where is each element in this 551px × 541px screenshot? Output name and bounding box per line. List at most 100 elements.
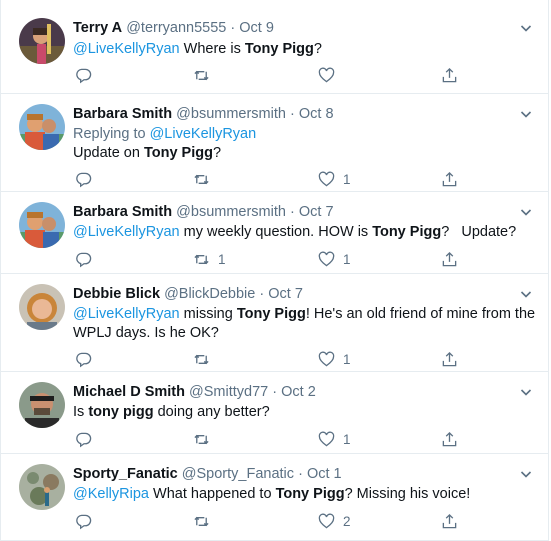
display-name[interactable]: Barbara Smith [73, 204, 172, 220]
separator: · [272, 384, 278, 400]
share-icon [442, 251, 457, 266]
action-bar: 1 [73, 170, 473, 188]
tweet-feed: Terry A @terryann5555 · Oct 9 @LiveKelly… [0, 0, 549, 541]
timestamp[interactable]: Oct 7 [268, 286, 303, 302]
share-icon [442, 171, 457, 186]
display-name[interactable]: Barbara Smith [73, 106, 172, 122]
tweet-header: Michael D Smith @Smittyd77 · Oct 2 [73, 384, 316, 400]
reply-button[interactable] [75, 170, 92, 188]
avatar[interactable] [19, 202, 65, 248]
action-bar: 1 [73, 350, 473, 368]
tweet[interactable]: Terry A @terryann5555 · Oct 9 @LiveKelly… [1, 0, 548, 94]
reply-icon [76, 514, 92, 529]
mention-link[interactable]: @LiveKellyRyan [73, 306, 180, 322]
highlighted-term: Tony Pigg [143, 145, 213, 161]
like-button[interactable]: 1 [318, 170, 351, 188]
avatar[interactable] [19, 18, 65, 64]
chevron-down-icon[interactable] [518, 20, 534, 36]
like-count: 1 [343, 351, 351, 367]
share-button[interactable] [441, 170, 458, 188]
text-segment: my weekly question. HOW is [179, 224, 373, 240]
separator: · [289, 204, 295, 220]
username[interactable]: @terryann5555 [126, 20, 226, 36]
text-segment: ? [313, 41, 322, 57]
username[interactable]: @Smittyd77 [189, 384, 268, 400]
reply-button[interactable] [75, 350, 92, 368]
display-name[interactable]: Sporty_Fanatic [73, 466, 178, 482]
like-count: 2 [343, 513, 351, 529]
highlighted-term: Tony Pigg [236, 306, 306, 322]
chevron-down-icon[interactable] [518, 384, 534, 400]
tweet-text: @LiveKellyRyan my weekly question. HOW i… [73, 223, 536, 242]
timestamp[interactable]: Oct 8 [299, 106, 334, 122]
timestamp[interactable]: Oct 1 [307, 466, 342, 482]
tweet[interactable]: Michael D Smith @Smittyd77 · Oct 2 Is to… [1, 372, 548, 454]
timestamp[interactable]: Oct 9 [239, 20, 274, 36]
share-button[interactable] [441, 250, 458, 268]
avatar[interactable] [19, 464, 65, 510]
tweet[interactable]: Barbara Smith @bsummersmith · Oct 7 @Liv… [1, 192, 548, 274]
like-icon [318, 351, 335, 366]
like-icon [318, 513, 335, 528]
like-button[interactable]: 1 [318, 430, 351, 448]
username[interactable]: @Sporty_Fanatic [182, 466, 294, 482]
username[interactable]: @bsummersmith [176, 204, 286, 220]
mention-link[interactable]: @LiveKellyRyan [150, 126, 257, 142]
like-icon [318, 251, 335, 266]
text-segment: What happened to [148, 486, 276, 502]
action-bar [73, 66, 473, 84]
like-button[interactable] [318, 66, 343, 84]
text-segment: ? Update? [441, 224, 517, 240]
reply-button[interactable] [75, 430, 92, 448]
separator: · [230, 20, 236, 36]
reply-button[interactable] [75, 250, 92, 268]
retweet-button[interactable]: 1 [193, 250, 226, 268]
retweet-button[interactable] [193, 350, 218, 368]
username[interactable]: @bsummersmith [176, 106, 286, 122]
retweet-button[interactable] [193, 430, 218, 448]
like-button[interactable]: 2 [318, 512, 351, 530]
tweet[interactable]: Debbie Blick @BlickDebbie · Oct 7 @LiveK… [1, 274, 548, 372]
reply-button[interactable] [75, 512, 92, 530]
tweet-text: @LiveKellyRyan Where is Tony Pigg? [73, 40, 536, 59]
chevron-down-icon[interactable] [518, 466, 534, 482]
display-name[interactable]: Terry A [73, 20, 122, 36]
like-button[interactable]: 1 [318, 250, 351, 268]
tweet[interactable]: Sporty_Fanatic @Sporty_Fanatic · Oct 1 @… [1, 454, 548, 541]
share-button[interactable] [441, 66, 458, 84]
timestamp[interactable]: Oct 2 [281, 384, 316, 400]
highlighted-term: Tony Pigg [275, 486, 345, 502]
username[interactable]: @BlickDebbie [164, 286, 255, 302]
replying-to-label: Replying to [73, 126, 150, 142]
share-icon [442, 431, 457, 446]
tweet-header: Debbie Blick @BlickDebbie · Oct 7 [73, 286, 303, 302]
chevron-down-icon[interactable] [518, 106, 534, 122]
action-bar: 1 [73, 430, 473, 448]
display-name[interactable]: Michael D Smith [73, 384, 185, 400]
reply-icon [76, 432, 92, 447]
retweet-icon [194, 354, 209, 364]
share-button[interactable] [441, 512, 458, 530]
mention-link[interactable]: @LiveKellyRyan [73, 224, 180, 240]
share-button[interactable] [441, 350, 458, 368]
timestamp[interactable]: Oct 7 [299, 204, 334, 220]
like-icon [318, 431, 335, 446]
avatar[interactable] [19, 284, 65, 330]
display-name[interactable]: Debbie Blick [73, 286, 160, 302]
mention-link[interactable]: @LiveKellyRyan [73, 41, 180, 57]
retweet-button[interactable] [193, 512, 218, 530]
avatar[interactable] [19, 382, 65, 428]
retweet-button[interactable] [193, 66, 218, 84]
chevron-down-icon[interactable] [518, 286, 534, 302]
reply-button[interactable] [75, 66, 92, 84]
chevron-down-icon[interactable] [518, 204, 534, 220]
tweet[interactable]: Barbara Smith @bsummersmith · Oct 8 Repl… [1, 94, 548, 192]
retweet-button[interactable] [193, 170, 218, 188]
share-button[interactable] [441, 430, 458, 448]
mention-link[interactable]: @KellyRipa [73, 486, 149, 502]
retweet-icon [194, 70, 209, 80]
highlighted-term: Tony Pigg [372, 224, 442, 240]
reply-icon [76, 68, 92, 83]
like-button[interactable]: 1 [318, 350, 351, 368]
avatar[interactable] [19, 104, 65, 150]
